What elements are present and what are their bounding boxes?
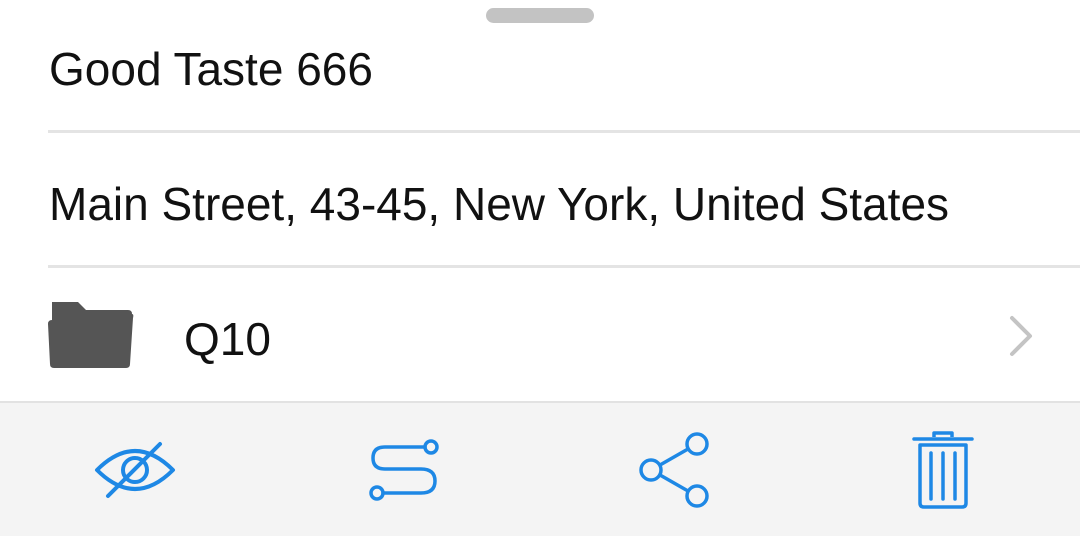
trash-icon [912,430,974,509]
action-toolbar [0,401,1080,536]
folder-row[interactable] [0,268,1080,401]
chevron-right-icon[interactable] [1004,314,1036,358]
eye-off-icon [95,441,175,498]
place-address: Main Street, 43-45, New York, United Sta… [49,178,950,230]
hide-button[interactable] [75,403,195,536]
share-button[interactable] [615,403,735,536]
place-name: Good Taste 666 [49,43,373,95]
drag-handle[interactable] [486,8,594,23]
share-icon [639,431,709,508]
divider [48,130,1080,133]
route-button[interactable] [345,403,465,536]
delete-button[interactable] [883,403,1003,536]
folder-label: Q10 [184,313,271,365]
bottom-sheet: Good Taste 666 Main Street, 43-45, New Y… [0,0,1080,536]
route-icon [369,438,439,501]
folder-icon [48,302,134,368]
